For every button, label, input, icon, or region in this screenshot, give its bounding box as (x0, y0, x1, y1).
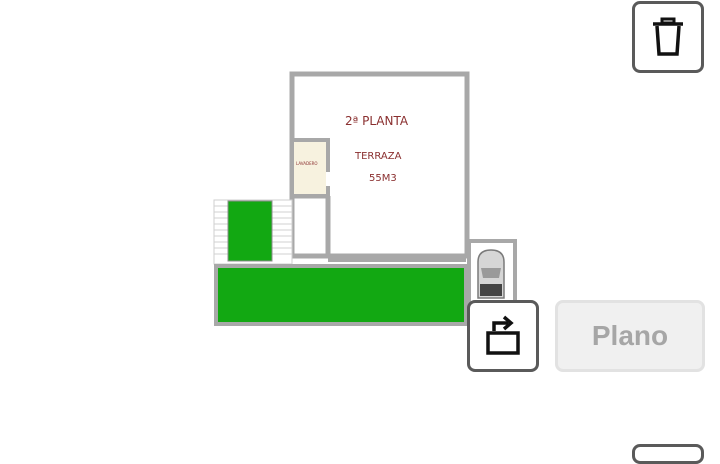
plano-button[interactable]: Plano (555, 300, 705, 372)
lavadero-room (290, 138, 330, 198)
room-name: TERRAZA (354, 151, 402, 162)
lavadero-door-gap (326, 172, 332, 186)
room-size: 55M3 (369, 173, 397, 184)
floor-title: 2ª PLANTA (345, 114, 409, 128)
delete-button[interactable] (632, 1, 704, 73)
car-bay (467, 239, 517, 305)
green-planter-small (227, 200, 273, 262)
rotate-button[interactable] (467, 300, 539, 372)
green-terrace-strip (214, 264, 468, 326)
floor-plan: 2ª PLANTA TERRAZA 55M3 LAVADERO (213, 71, 517, 326)
partial-button[interactable] (632, 444, 704, 464)
trash-icon (653, 17, 683, 56)
lavadero-label: LAVADERO (296, 161, 318, 166)
rotate-icon (486, 315, 520, 355)
